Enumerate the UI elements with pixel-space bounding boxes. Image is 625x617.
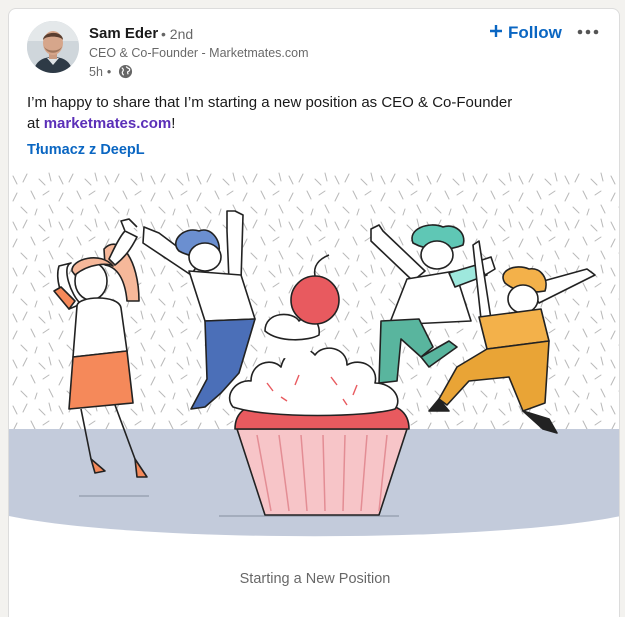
globe-icon [118, 64, 133, 79]
image-caption: Starting a New Position [239, 571, 391, 587]
body-prefix: at [27, 115, 44, 132]
post-body-line-2: at marketmates.com! [27, 113, 607, 134]
author-name[interactable]: Sam Eder [89, 25, 158, 42]
translate-link[interactable]: Tłumacz z DeepL [27, 142, 145, 158]
connection-degree: • 2nd [161, 26, 194, 42]
celebration-illustration[interactable] [9, 171, 619, 539]
more-horizontal-icon [571, 29, 605, 47]
post-body: I’m happy to share that I’m starting a n… [27, 92, 607, 134]
meta-separator: • [106, 64, 112, 79]
post-time: 5h [89, 64, 103, 79]
follow-label: Follow [508, 23, 562, 42]
follow-button[interactable]: Follow [483, 19, 568, 47]
post-meta: 5h • [89, 64, 133, 79]
plus-icon [489, 23, 503, 43]
marketmates-link[interactable]: marketmates.com [44, 115, 172, 132]
author-headline: CEO & Co-Founder - Marketmates.com [89, 46, 309, 60]
post-body-line-1: I’m happy to share that I’m starting a n… [27, 94, 513, 111]
author-avatar[interactable] [27, 21, 79, 73]
body-suffix: ! [171, 115, 176, 132]
feed-post-card: Sam Eder • 2nd CEO & Co-Founder - Market… [8, 8, 620, 617]
more-options-button[interactable] [571, 21, 605, 43]
